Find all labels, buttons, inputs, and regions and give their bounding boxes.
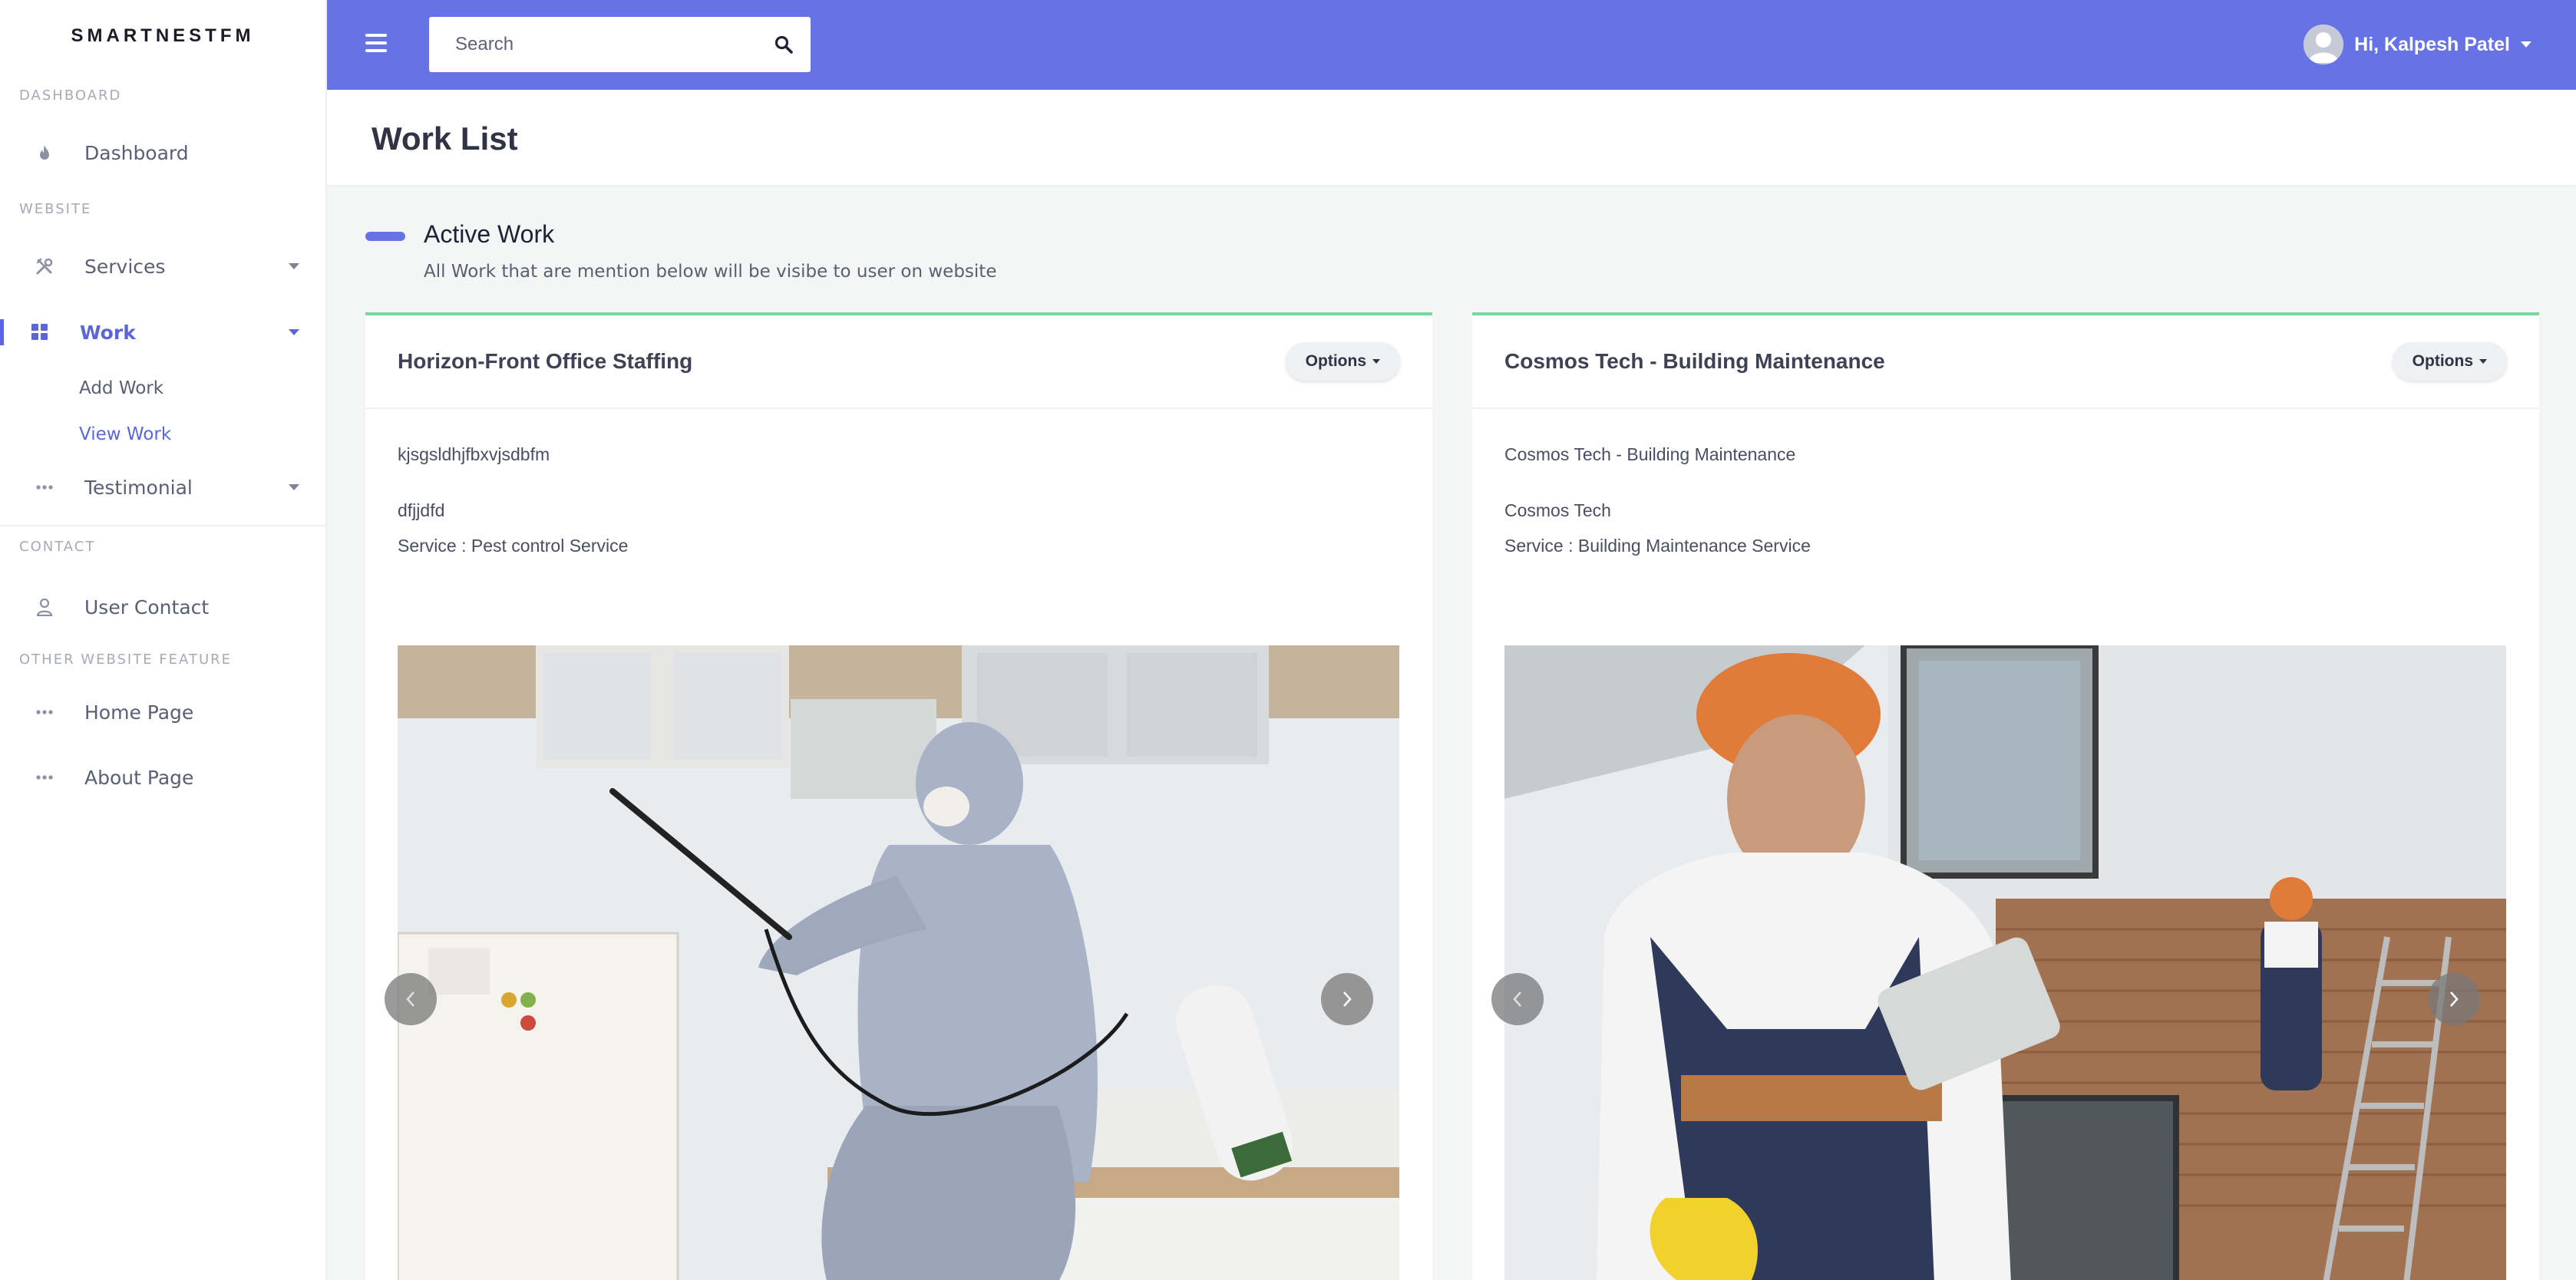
card-header: Horizon-Front Office Staffing Options — [365, 315, 1432, 409]
chevron-right-icon — [1343, 991, 1352, 1007]
sidebar-item-label: Dashboard — [84, 141, 189, 164]
chevron-down-icon — [289, 263, 299, 269]
user-greeting: Hi, Kalpesh Patel — [2354, 33, 2510, 55]
carousel-prev-button[interactable] — [1491, 973, 1544, 1025]
section-title: Active Work — [424, 220, 555, 248]
options-button[interactable]: Options — [2392, 342, 2507, 381]
sidebar-item-label: Home Page — [84, 701, 194, 724]
user-icon — [35, 598, 54, 616]
card-service: Service : Pest control Service — [398, 536, 629, 556]
card-client: Cosmos Tech — [1504, 500, 1611, 520]
card-header: Cosmos Tech - Building Maintenance Optio… — [1472, 315, 2539, 409]
options-label: Options — [2412, 352, 2473, 370]
work-image-pest-control — [398, 645, 1399, 1280]
work-submenu: Add Work View Work — [0, 365, 325, 465]
tools-icon — [35, 257, 54, 275]
card-description: kjsgsldhjfbxvjsdbfm — [398, 444, 550, 464]
sidebar-item-testimonial[interactable]: Testimonial — [0, 454, 325, 520]
card-title: Cosmos Tech - Building Maintenance — [1504, 349, 1885, 373]
top-navbar: Hi, Kalpesh Patel — [327, 0, 2576, 90]
card-client: dfjjdfd — [398, 500, 445, 520]
sidebar-item-dashboard[interactable]: Dashboard — [0, 120, 325, 186]
nav-heading-contact: CONTACT — [19, 539, 96, 555]
sidebar-item-user-contact[interactable]: User Contact — [0, 568, 325, 646]
user-menu[interactable]: Hi, Kalpesh Patel — [2304, 25, 2531, 64]
search-bar — [429, 17, 811, 72]
work-card: Cosmos Tech - Building Maintenance Optio… — [1472, 312, 2539, 1280]
search-input[interactable] — [429, 17, 751, 72]
chevron-right-icon — [2450, 991, 2459, 1007]
section-subtitle: All Work that are mention below will be … — [424, 262, 997, 282]
sidebar-item-label: Services — [84, 255, 166, 278]
sidebar-item-label: About Page — [84, 766, 194, 789]
sidebar-item-home-page[interactable]: Home Page — [0, 674, 325, 751]
sidebar-item-about-page[interactable]: About Page — [0, 751, 325, 804]
options-button[interactable]: Options — [1285, 342, 1400, 381]
card-body: kjsgsldhjfbxvjsdbfm dfjjdfd Service : Pe… — [365, 409, 1432, 563]
chevron-left-icon — [1513, 991, 1521, 1007]
sidebar: SMARTNESTFM DASHBOARD Dashboard WEBSITE … — [0, 0, 327, 1280]
sidebar-item-label: User Contact — [84, 595, 210, 619]
sidebar-item-label: Testimonial — [84, 476, 193, 499]
sidebar-item-work[interactable]: Work — [0, 299, 325, 365]
chevron-down-icon — [289, 484, 299, 490]
chevron-left-icon — [406, 991, 414, 1007]
caret-down-icon — [1372, 359, 1380, 364]
card-body: Cosmos Tech - Building Maintenance Cosmo… — [1472, 409, 2539, 563]
section-indicator — [365, 232, 405, 241]
nav-heading-website: WEBSITE — [19, 201, 92, 217]
sidebar-item-label: Work — [80, 321, 136, 344]
grid-icon — [31, 323, 49, 341]
dots-icon — [35, 768, 54, 787]
card-description: Cosmos Tech - Building Maintenance — [1504, 444, 1796, 464]
dots-icon — [35, 478, 54, 496]
dots-icon — [35, 703, 54, 721]
work-card: Horizon-Front Office Staffing Options kj… — [365, 312, 1432, 1280]
search-icon[interactable] — [774, 35, 794, 54]
fire-icon — [35, 144, 54, 162]
page-title: Work List — [372, 120, 518, 157]
chevron-down-icon — [289, 329, 299, 335]
avatar — [2304, 25, 2344, 64]
nav-heading-dashboard: DASHBOARD — [19, 87, 122, 104]
carousel-prev-button[interactable] — [385, 973, 437, 1025]
brand-logo[interactable]: SMARTNESTFM — [0, 0, 325, 72]
card-service: Service : Building Maintenance Service — [1504, 536, 1811, 556]
page-header: Work List — [327, 90, 2576, 185]
nav-heading-other: OTHER WEBSITE FEATURE — [19, 652, 233, 668]
sidebar-subitem-add-work[interactable]: Add Work — [0, 365, 325, 411]
options-label: Options — [1305, 352, 1366, 370]
card-title: Horizon-Front Office Staffing — [398, 349, 693, 373]
sidebar-item-services[interactable]: Services — [0, 233, 325, 299]
work-image-building-maintenance — [1504, 645, 2506, 1280]
carousel-next-button[interactable] — [1321, 973, 1373, 1025]
carousel-next-button[interactable] — [2428, 973, 2480, 1025]
caret-down-icon — [2479, 359, 2487, 364]
menu-icon[interactable] — [365, 34, 387, 52]
sidebar-subitem-view-work[interactable]: View Work — [0, 411, 325, 457]
chevron-down-icon — [2521, 41, 2531, 48]
